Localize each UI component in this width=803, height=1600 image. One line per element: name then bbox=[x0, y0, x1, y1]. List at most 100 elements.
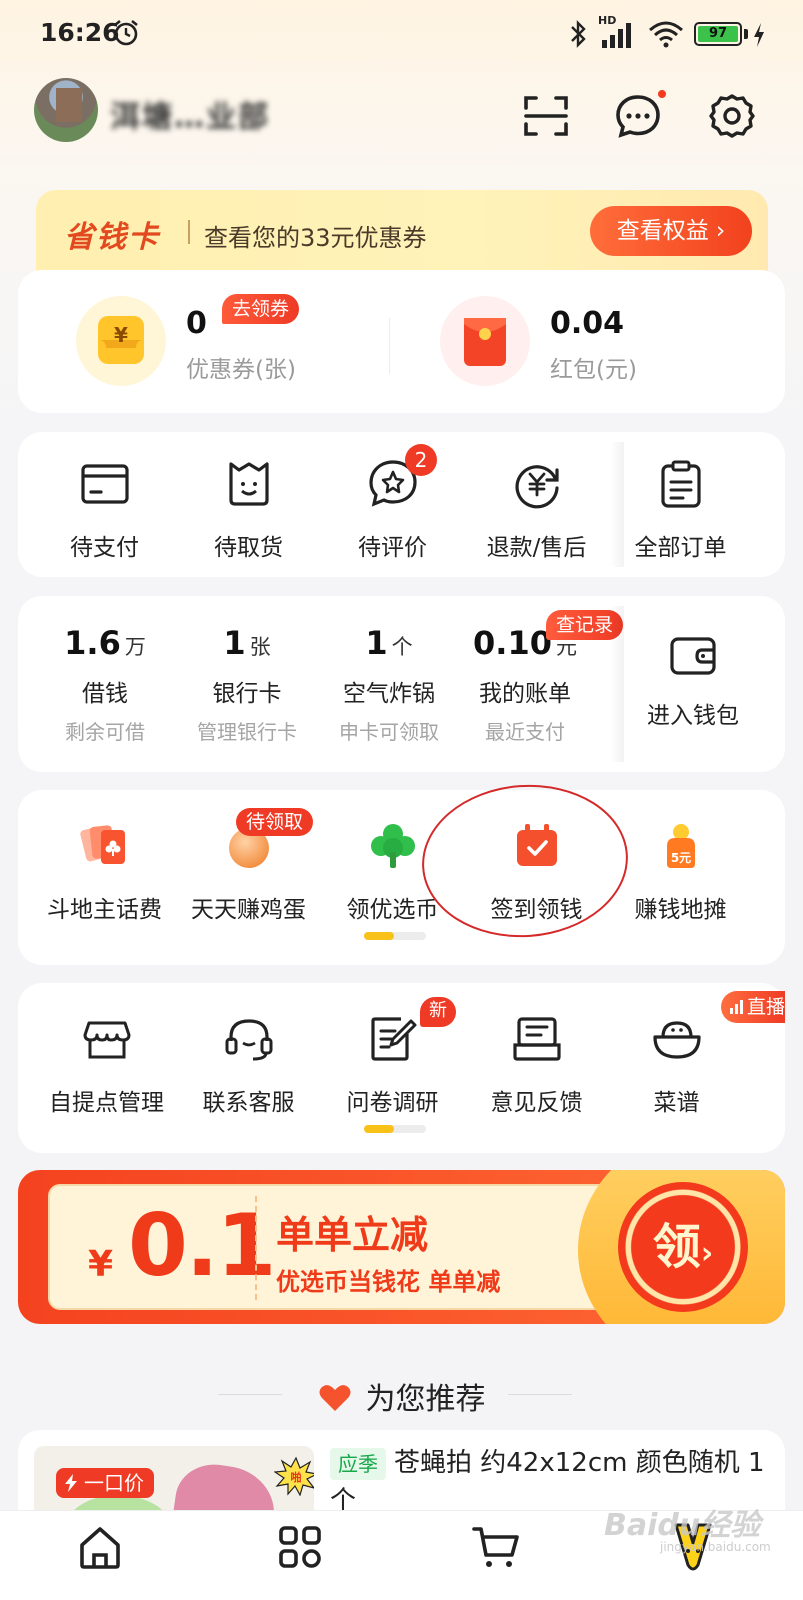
service-pickup-point[interactable]: 自提点管理 bbox=[34, 1013, 179, 1117]
finance-value: 1.6 万 bbox=[64, 624, 146, 662]
survey-icon bbox=[370, 1017, 416, 1061]
watermark-brand: Baidu经验 bbox=[604, 1508, 761, 1543]
service-feedback[interactable]: 意见反馈 bbox=[464, 1013, 609, 1117]
avatar[interactable] bbox=[34, 78, 98, 142]
activities-card: 斗地主话费 天天赚鸡蛋 待领取 领优选币 签到领钱 5元 赚钱地摊 bbox=[18, 790, 785, 965]
bowl-icon bbox=[652, 1021, 701, 1059]
category-icon[interactable] bbox=[276, 1523, 324, 1571]
activity-landlord-game[interactable]: 斗地主话费 bbox=[32, 820, 177, 924]
wallet-icon bbox=[670, 637, 716, 675]
service-recipes[interactable]: 菜谱 bbox=[604, 1013, 749, 1117]
promo-dashed-divider bbox=[255, 1196, 257, 1300]
activity-money-stall[interactable]: 5元 赚钱地摊 bbox=[608, 820, 753, 924]
redpack-summary[interactable]: 0.04 红包(元) bbox=[440, 292, 760, 392]
message-icon[interactable] bbox=[614, 92, 662, 140]
scroll-thumb bbox=[364, 932, 394, 940]
status-time: 16:26 bbox=[40, 18, 120, 47]
orders-card: 待支付 待取货 2 待评价 退款/售后 全部订单 bbox=[18, 432, 785, 577]
recommend-title: 为您推荐 bbox=[365, 1382, 486, 1417]
service-customer-support[interactable]: 联系客服 bbox=[176, 1013, 321, 1117]
service-label: 联系客服 bbox=[202, 1090, 295, 1116]
services-scroll-indicator bbox=[364, 1125, 426, 1133]
alarm-icon bbox=[114, 19, 138, 46]
activities-scroll-indicator bbox=[364, 932, 426, 940]
scroll-thumb bbox=[364, 1125, 394, 1133]
finance-air-fryer[interactable]: 1个 空气炸锅 申卡可领取 bbox=[314, 624, 464, 745]
finance-sub: 剩余可借 bbox=[65, 720, 145, 744]
cart-icon[interactable] bbox=[472, 1523, 520, 1571]
order-label: 全部订单 bbox=[634, 535, 727, 561]
wallet-divider bbox=[389, 318, 390, 374]
clipboard-icon bbox=[660, 460, 701, 508]
finance-loan[interactable]: 1.6 万 借钱 剩余可借 bbox=[30, 624, 180, 745]
bag-icon bbox=[228, 462, 269, 506]
saving-card-banner[interactable]: 省钱卡 查看您的33元优惠券 查看权益 › bbox=[36, 190, 768, 280]
promo-currency: ¥ bbox=[88, 1244, 114, 1285]
get-coupon-badge[interactable]: 去领券 bbox=[222, 294, 300, 324]
promo-ticket: ¥ 0.1 单单立减 优选币当钱花 单单减 bbox=[48, 1184, 628, 1310]
live-label: 直播 bbox=[747, 996, 786, 1018]
finance-sub: 管理银行卡 bbox=[197, 720, 297, 744]
coupon-label: 优惠券(张) bbox=[186, 357, 296, 383]
order-pending-pickup[interactable]: 待取货 bbox=[176, 458, 321, 562]
order-label: 待评价 bbox=[358, 535, 427, 561]
heart-icon bbox=[319, 1385, 350, 1411]
tree-icon bbox=[370, 824, 415, 868]
feedback-icon bbox=[512, 1017, 561, 1061]
view-benefits-button[interactable]: 查看权益 › bbox=[590, 206, 752, 256]
live-badge[interactable]: 直播 bbox=[721, 991, 785, 1023]
redpack-amount: 0.04 bbox=[550, 306, 625, 341]
claim-label: 领 bbox=[652, 1219, 701, 1275]
finance-bill[interactable]: 0.10 元 我的账单 最近支付 bbox=[450, 624, 600, 745]
order-all[interactable]: 全部订单 bbox=[608, 458, 753, 562]
service-label: 意见反馈 bbox=[490, 1090, 583, 1116]
pending-claim-badge: 待领取 bbox=[236, 808, 314, 836]
chevron-right-icon: › bbox=[716, 218, 726, 244]
claim-button[interactable]: 领› bbox=[618, 1182, 748, 1312]
service-label: 自提点管理 bbox=[49, 1090, 164, 1116]
status-bar: 16:26 HD 97 bbox=[0, 0, 803, 70]
order-label: 待支付 bbox=[70, 535, 139, 561]
finance-sub: 最近支付 bbox=[485, 720, 565, 744]
service-survey[interactable]: 问卷调研 bbox=[320, 1013, 465, 1117]
promo-banner[interactable]: ¥ 0.1 单单立减 优选币当钱花 单单减 领› bbox=[18, 1170, 785, 1324]
home-icon[interactable] bbox=[76, 1523, 124, 1571]
enter-wallet-button[interactable]: 进入钱包 bbox=[618, 630, 768, 730]
order-refund[interactable]: 退款/售后 bbox=[464, 458, 609, 562]
saving-card-divider bbox=[188, 220, 190, 244]
battery-level: 97 bbox=[698, 26, 738, 42]
battery-tip bbox=[744, 29, 748, 39]
recommend-heading: 为您推荐 bbox=[0, 1374, 803, 1418]
scan-icon[interactable] bbox=[522, 92, 570, 140]
finance-value: 1个 bbox=[365, 624, 413, 662]
wallet-summary-card: ¥ 0 去领券 优惠券(张) 0.04 红包(元) bbox=[18, 270, 785, 413]
new-badge: 新 bbox=[420, 997, 456, 1027]
redpack-circle bbox=[440, 296, 530, 386]
order-label: 退款/售后 bbox=[486, 535, 587, 561]
svg-text:¥: ¥ bbox=[114, 323, 128, 347]
review-count-badge: 2 bbox=[405, 444, 437, 476]
live-bars-icon bbox=[730, 1000, 743, 1014]
order-pending-payment[interactable]: 待支付 bbox=[32, 458, 177, 562]
watermark-url: jingyan.baidu.com bbox=[660, 1540, 771, 1554]
finance-card: 1.6 万 借钱 剩余可借 1张 银行卡 管理银行卡 1个 空气炸锅 申卡可领取 … bbox=[18, 596, 785, 772]
activity-label: 斗地主话费 bbox=[47, 897, 162, 923]
finance-bank-card[interactable]: 1张 银行卡 管理银行卡 bbox=[172, 624, 322, 745]
coupon-circle: ¥ bbox=[76, 296, 166, 386]
activity-label: 天天赚鸡蛋 bbox=[191, 897, 306, 923]
saving-card-text: 查看您的33元优惠券 bbox=[204, 224, 427, 252]
username[interactable]: 洱塘…业部 bbox=[110, 92, 280, 135]
headset-icon bbox=[225, 1019, 272, 1061]
burst-icon: 啪 bbox=[274, 1456, 314, 1496]
settings-icon[interactable] bbox=[708, 92, 756, 140]
coupon-icon: ¥ bbox=[98, 316, 144, 364]
cards-icon bbox=[79, 825, 125, 864]
coupon-summary[interactable]: ¥ 0 去领券 优惠券(张) bbox=[76, 292, 396, 392]
svg-text:5元: 5元 bbox=[670, 851, 690, 865]
order-pending-review[interactable]: 2 待评价 bbox=[320, 444, 465, 562]
finance-value: 1张 bbox=[223, 624, 271, 662]
red-envelope-icon bbox=[464, 318, 506, 366]
store-icon bbox=[83, 1021, 130, 1059]
services-card: 自提点管理 联系客服 问卷调研 新 意见反馈 菜谱 直播 bbox=[18, 983, 785, 1153]
refund-icon bbox=[515, 465, 559, 509]
